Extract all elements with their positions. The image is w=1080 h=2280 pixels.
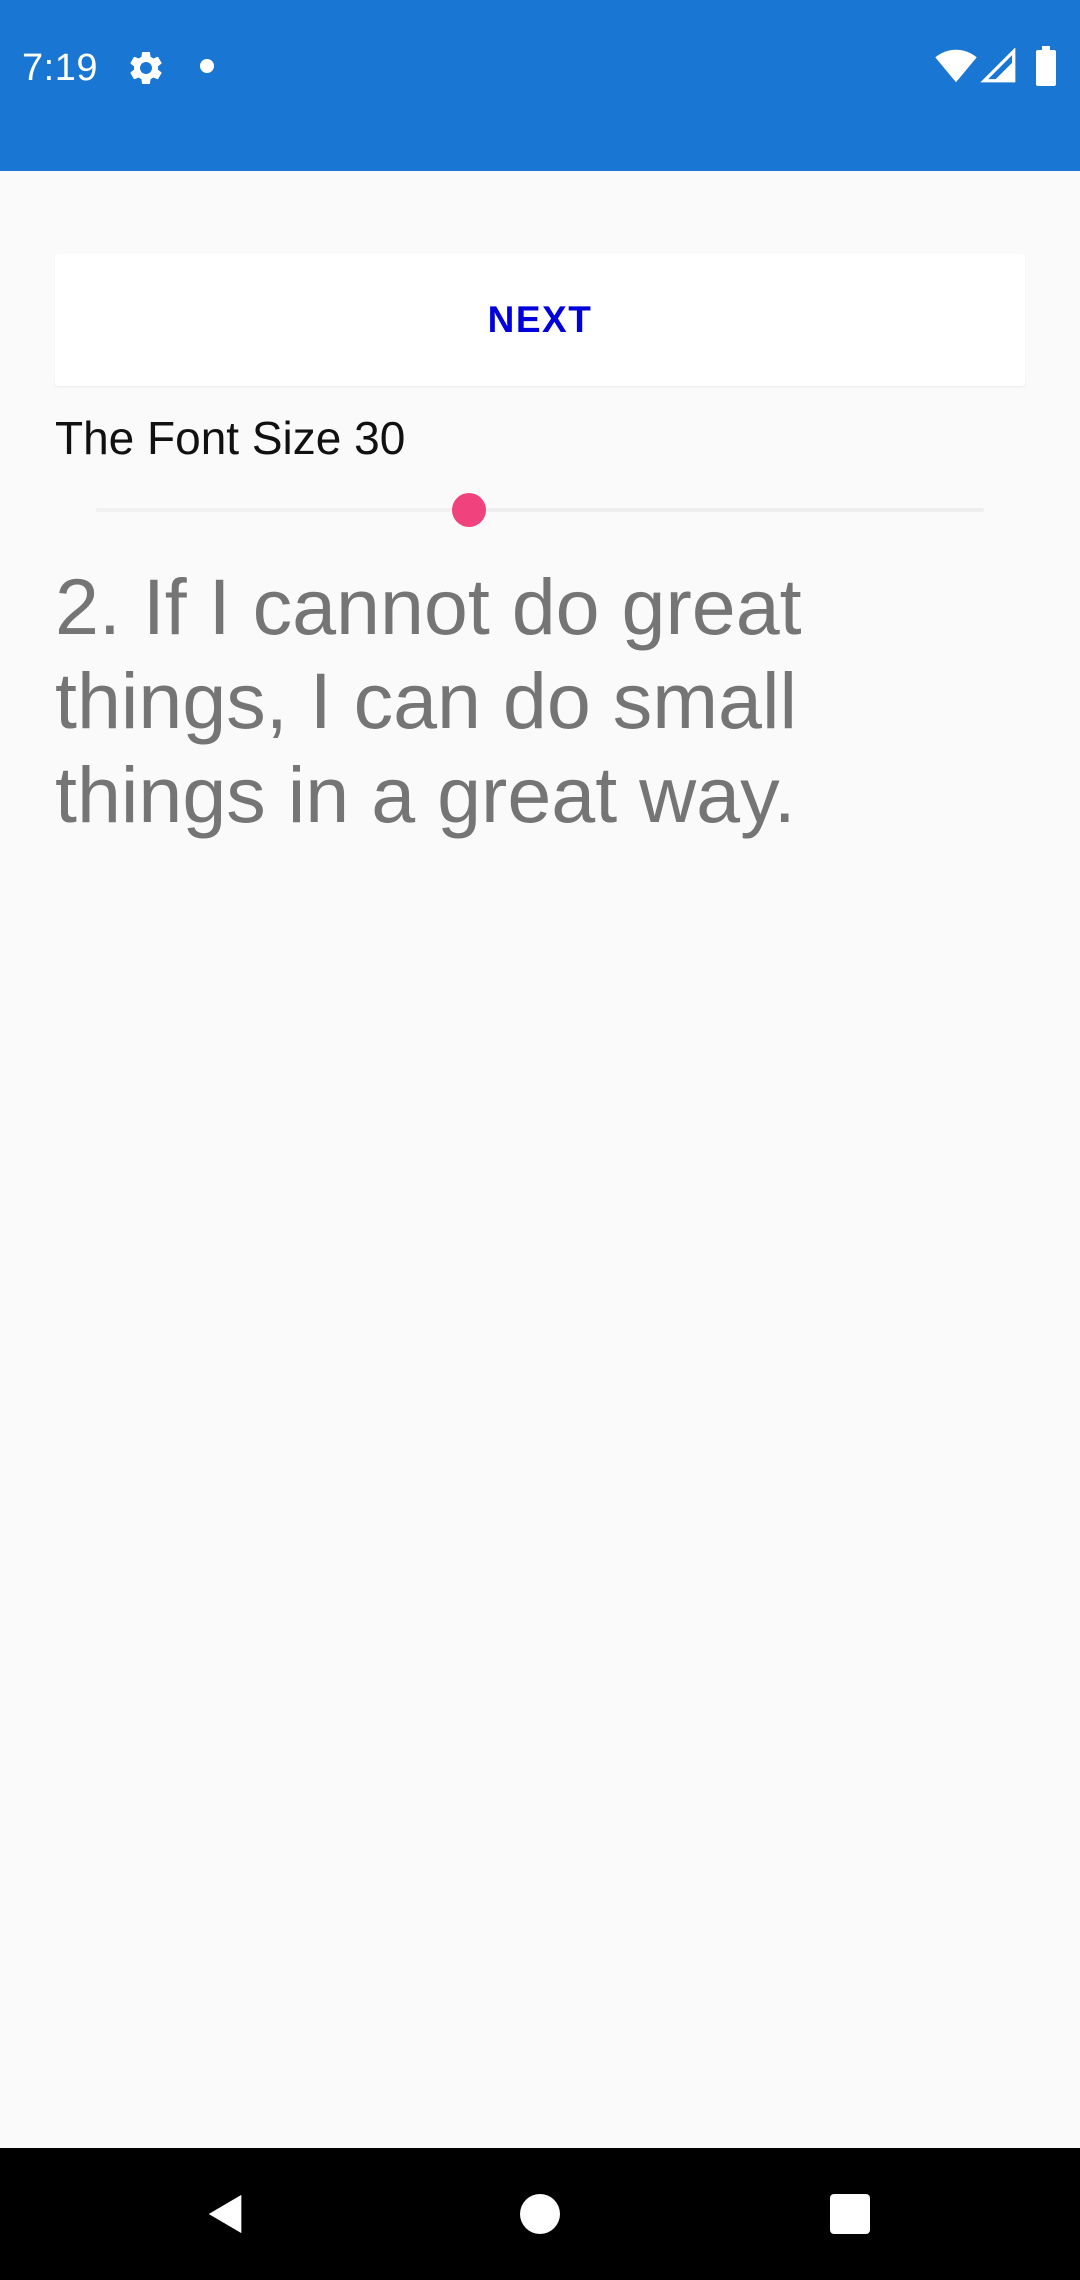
navigation-bar xyxy=(0,2148,1080,2280)
wifi-icon xyxy=(935,49,977,83)
status-time: 7:19 xyxy=(22,47,98,89)
slider-thumb[interactable] xyxy=(451,493,486,527)
slider-fill xyxy=(96,508,469,512)
app-screen: 7:19 NEXT The Font Size 30 2. If I canno… xyxy=(0,0,1080,2280)
next-button[interactable]: NEXT xyxy=(55,254,1025,386)
back-icon[interactable] xyxy=(203,2191,249,2237)
font-size-label: The Font Size 30 xyxy=(55,412,406,464)
home-icon[interactable] xyxy=(520,2194,560,2234)
quote-text: 2. If I cannot do great things, I can do… xyxy=(55,562,802,839)
signal-icon xyxy=(980,48,1016,83)
font-size-slider[interactable] xyxy=(96,480,984,540)
status-bar: 7:19 xyxy=(0,0,1080,171)
gear-icon xyxy=(130,51,162,84)
recents-icon[interactable] xyxy=(830,2194,870,2234)
notification-dot-icon xyxy=(200,59,214,73)
battery-icon xyxy=(1036,46,1056,86)
next-button-label: NEXT xyxy=(487,299,593,340)
